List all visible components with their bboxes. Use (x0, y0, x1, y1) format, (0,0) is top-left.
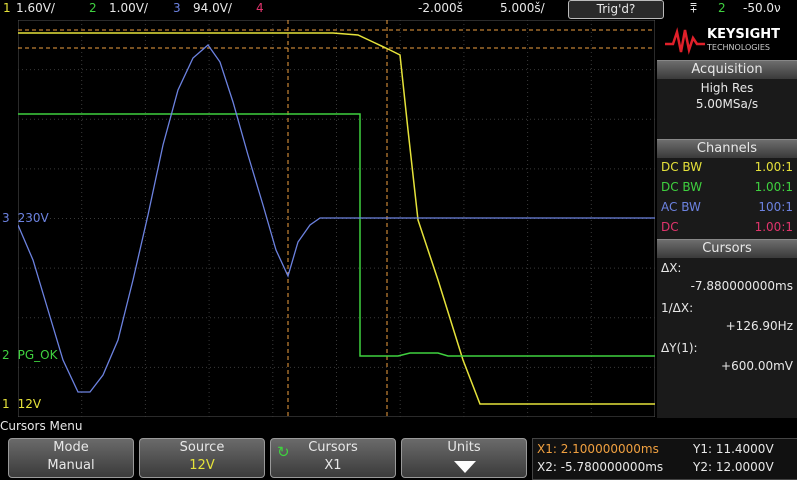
mode-softkey-label: Mode (53, 440, 89, 455)
cursors-softkey-label: Cursors (308, 440, 358, 455)
ch3-number[interactable]: 3 (173, 1, 181, 15)
mode-softkey-value: Manual (47, 458, 95, 473)
ch1-number[interactable]: 1 (3, 1, 11, 15)
acquisition-section[interactable]: Acquisition High Res 5.00MSa/s (657, 60, 797, 111)
ch4-probe-ratio: 1.00:1 (754, 220, 793, 234)
trigger-level[interactable]: -50.0ν (743, 1, 781, 15)
waveform-display[interactable] (18, 20, 655, 417)
status-bar: 1 1.60V/ 2 1.00V/ 3 94.0V/ 4 -2.000š 5.0… (0, 0, 797, 19)
ch4-coupling: DC (661, 220, 679, 234)
delta-y-label: ΔY(1): (661, 341, 698, 355)
down-arrow-icon (454, 461, 476, 473)
ch3-scale[interactable]: 94.0V/ (193, 1, 232, 15)
ch3-coupling: AC BW (661, 200, 701, 214)
trigger-status-button[interactable]: Trig'd? (568, 0, 664, 19)
delta-x-value: -7.880000000ms (690, 279, 793, 293)
ch1-scale[interactable]: 1.60V/ (16, 1, 55, 15)
cursors-section[interactable]: Cursors ΔX: -7.880000000ms 1/ΔX: +126.90… (657, 239, 797, 379)
units-softkey-label: Units (447, 440, 481, 455)
ch1-coupling: DC BW (661, 160, 703, 174)
x2-readout: X2: -5.780000000ms (537, 460, 664, 474)
ch4-number[interactable]: 4 (256, 1, 264, 15)
ch1-ground-marker[interactable]: 1 12V (2, 397, 41, 411)
ch2-probe-ratio: 1.00:1 (754, 180, 793, 194)
cursors-softkey[interactable]: ↻ Cursors X1 (270, 438, 396, 478)
cursors-title: Cursors (657, 239, 797, 258)
menu-title: Cursors Menu (0, 419, 83, 433)
ch3-label: 230V (17, 211, 49, 225)
ch2-scale[interactable]: 1.00V/ (109, 1, 148, 15)
source-softkey-label: Source (179, 440, 225, 455)
acquisition-mode: High Res (700, 81, 754, 95)
source-softkey[interactable]: Source 12V (139, 438, 265, 478)
ch2-coupling: DC BW (661, 180, 703, 194)
ch1-probe-ratio: 1.00:1 (754, 160, 793, 174)
brand-subtitle: TECHNOLOGIES (707, 43, 770, 52)
time-scale[interactable]: 5.000š/ (500, 1, 545, 15)
ch2-number[interactable]: 2 (89, 1, 97, 15)
sample-rate: 5.00MSa/s (695, 97, 759, 111)
cursors-softkey-value: X1 (324, 458, 342, 473)
ch3-ground-marker[interactable]: 3 230V (2, 211, 49, 225)
mode-softkey[interactable]: Mode Manual (8, 438, 134, 478)
trigger-channel[interactable]: 2 (718, 1, 726, 15)
delta-x-label: ΔX: (661, 261, 682, 275)
units-softkey[interactable]: Units (401, 438, 527, 478)
ch2-ground-marker[interactable]: 2 PG_OK (2, 348, 58, 362)
trigger-edge-icon: ⩱ (690, 1, 698, 15)
keysight-wave-icon (665, 27, 705, 55)
channels-section[interactable]: Channels DC BW 1.00:1 DC BW 1.00:1 AC BW… (657, 139, 797, 239)
delta-y-value: +600.00mV (721, 359, 793, 373)
inv-delta-x-value: +126.90Hz (725, 319, 793, 333)
source-softkey-value: 12V (189, 458, 215, 473)
ch1-label: 12V (17, 397, 42, 411)
acquisition-title: Acquisition (657, 60, 797, 79)
brand-name: KEYSIGHT (707, 27, 780, 42)
channels-title: Channels (657, 139, 797, 158)
inv-delta-x-label: 1/ΔX: (661, 301, 694, 315)
cursor-readout: X1: 2.100000000ms X2: -5.780000000ms Y1:… (532, 438, 797, 480)
ch3-probe-ratio: 100:1 (758, 200, 793, 214)
x1-readout: X1: 2.100000000ms (537, 442, 659, 456)
y1-readout: Y1: 11.4000V (693, 442, 774, 456)
ch2-label: PG_OK (17, 348, 58, 362)
keysight-logo: KEYSIGHT TECHNOLOGIES (657, 20, 797, 60)
time-offset[interactable]: -2.000š (418, 1, 463, 15)
y2-readout: Y2: 12.0000V (693, 460, 774, 474)
